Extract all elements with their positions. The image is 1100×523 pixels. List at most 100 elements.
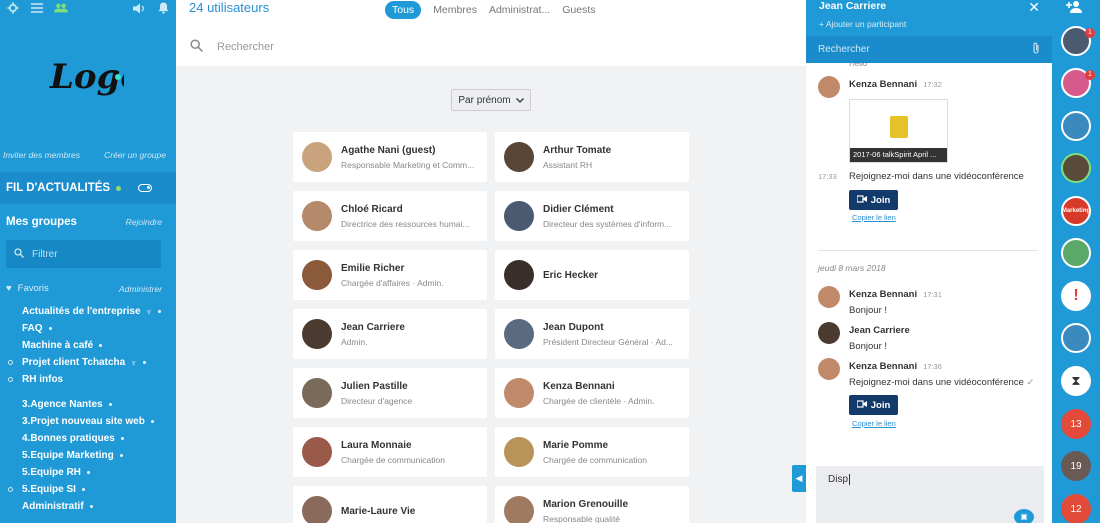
user-info: Marie-Laure Vie [341,506,415,517]
users-directory: 24 utilisateurs Tous Membres Administrat… [176,0,806,523]
left-sidebar: Logo Inviter des membres Créer un groupe… [0,0,176,523]
user-info: Kenza Bennani Chargée de clientèle · Admi… [543,381,655,406]
directory-header: 24 utilisateurs Tous Membres Administrat… [176,0,806,26]
video-call-icon[interactable]: ▣ [1014,509,1034,523]
user-card[interactable]: Marion Grenouille Responsable qualité [495,486,689,523]
message-time: 17:33 [818,172,837,181]
date-separator: jeudi 8 mars 2018 [818,263,886,273]
tab-all[interactable]: Tous [385,0,422,19]
group-item[interactable]: Administratif [22,501,93,512]
alert-icon[interactable]: ! [1061,281,1091,311]
sort-label: Par prénom [458,94,511,106]
group-item[interactable]: Projet client Tchatcha ♆ [8,357,146,368]
user-info: Eric Hecker [543,270,598,281]
user-card[interactable]: Marie-Laure Vie [293,486,487,523]
conversation-count[interactable]: 13 [1061,409,1091,439]
close-icon[interactable]: ✕ [1028,0,1040,16]
hourglass-icon[interactable]: ⧗ [1061,366,1091,396]
conversation-avatar[interactable] [1061,323,1091,353]
user-card[interactable]: Agathe Nani (guest) Responsable Marketing… [293,132,487,182]
group-item[interactable]: 4.Bonnes pratiques [22,433,124,444]
user-card[interactable]: Didier Clément Directeur des systèmes d'i… [495,191,689,241]
user-card[interactable]: Arthur Tomate Assistant RH [495,132,689,182]
user-card[interactable]: Chloé Ricard Directrice des ressources hu… [293,191,487,241]
create-group-link[interactable]: Créer un groupe [104,150,166,160]
group-item[interactable]: 3.Projet nouveau site web [22,416,154,427]
user-card[interactable]: Jean Dupont Président Directeur Général ·… [495,309,689,359]
user-info: Arthur Tomate Assistant RH [543,145,611,170]
favorites-label: Favoris [17,283,49,294]
copy-link[interactable]: Copier le lien [852,213,896,222]
user-card[interactable]: Julien Pastille Directeur d'agence [293,368,487,418]
avatar [302,378,332,408]
avatar [504,142,534,172]
add-participant-link[interactable]: + Ajouter un participant [819,19,906,29]
group-item[interactable]: RH infos [8,374,63,385]
user-card[interactable]: Jean Carriere Admin. [293,309,487,359]
user-card[interactable]: Eric Hecker [495,250,689,300]
group-item[interactable]: 5.Equipe RH [22,467,90,478]
user-card[interactable]: Emilie Richer Chargée d'affaires · Admin. [293,250,487,300]
message-author: Jean Carriere [849,325,910,336]
tab-guests[interactable]: Guests [562,4,595,16]
feed-toggle-icon[interactable] [138,184,152,192]
chat-search-input[interactable]: Rechercher [806,36,1052,63]
conversation-marketing[interactable]: Marketing [1061,196,1091,226]
conversation-count[interactable]: 19 [1061,451,1091,481]
user-role: Chargée de clientèle · Admin. [543,395,655,406]
avatar [818,358,840,380]
group-item[interactable]: 5.Equipe SI [8,484,85,495]
video-icon [856,194,867,206]
tab-members[interactable]: Membres [433,4,477,16]
people-icon[interactable] [54,1,68,15]
user-card[interactable]: Marie Pomme Chargée de communication [495,427,689,477]
copy-link[interactable]: Copier le lien [852,419,896,428]
favorites-header: ♥ Favoris Administrer [6,283,162,294]
group-item[interactable]: Actualités de l'entreprise ♆ [22,306,162,317]
conversation-avatar[interactable] [1061,238,1091,268]
group-item[interactable]: FAQ [22,323,52,334]
user-search-input[interactable]: Rechercher [176,26,806,66]
conversations-rail: 1 1 Marketing ! ⧗ 13 19 12 [1052,0,1100,523]
conversation-avatar[interactable] [1061,153,1091,183]
avatar [818,76,840,98]
join-group-link[interactable]: Rejoindre [126,217,162,227]
user-info: Didier Clément Directeur des systèmes d'i… [543,204,671,229]
menu-icon[interactable] [30,1,44,15]
conversation-count[interactable]: 12 [1061,494,1091,523]
join-video-button[interactable]: Join [849,190,898,210]
news-feed-item[interactable]: FIL D'ACTUALITÉS [0,172,176,204]
conversation-avatar[interactable] [1061,111,1091,141]
tab-admins[interactable]: Administrat... [489,4,550,16]
group-item[interactable]: Machine à café [22,340,103,351]
administer-link[interactable]: Administrer [119,284,162,294]
user-role: Chargée de communication [543,454,647,465]
group-item[interactable]: 5.Equipe Marketing [22,450,123,461]
group-filter-input[interactable]: Filtrer [6,240,161,268]
invite-members-link[interactable]: Inviter des membres [3,150,80,160]
user-card[interactable]: Laura Monnaie Chargée de communication [293,427,487,477]
chevron-left-icon: ◀ [795,473,803,483]
user-card[interactable]: Kenza Bennani Chargée de clientèle · Admi… [495,368,689,418]
file-attachment[interactable]: 2017-06 talkSpirit April ... [849,99,948,163]
avatar [504,319,534,349]
bell-icon[interactable] [156,1,170,15]
group-item[interactable]: 3.Agence Nantes [22,399,112,410]
ring-icon [8,487,13,492]
message-compose-input[interactable]: Disp ▣ [816,466,1044,523]
speaker-icon[interactable] [132,1,146,15]
user-info: Emilie Richer Chargée d'affaires · Admin. [341,263,444,288]
search-icon [190,38,204,55]
user-info: Marion Grenouille Responsable qualité [543,499,628,523]
chat-panel: Jean Carriere + Ajouter un participant ✕… [806,0,1052,523]
join-video-button[interactable]: Join [849,395,898,415]
collapse-chat-button[interactable]: ◀ [792,465,806,492]
user-name: Arthur Tomate [543,144,612,156]
sort-dropdown[interactable]: Par prénom [451,89,531,111]
unread-badge: 1 [1085,70,1095,80]
gear-icon[interactable] [6,1,20,15]
user-name: Emilie Richer [341,262,405,274]
sidebar-actions: Inviter des membres Créer un groupe [3,150,166,160]
paperclip-icon[interactable] [1032,42,1040,57]
add-user-icon[interactable] [1066,0,1084,16]
